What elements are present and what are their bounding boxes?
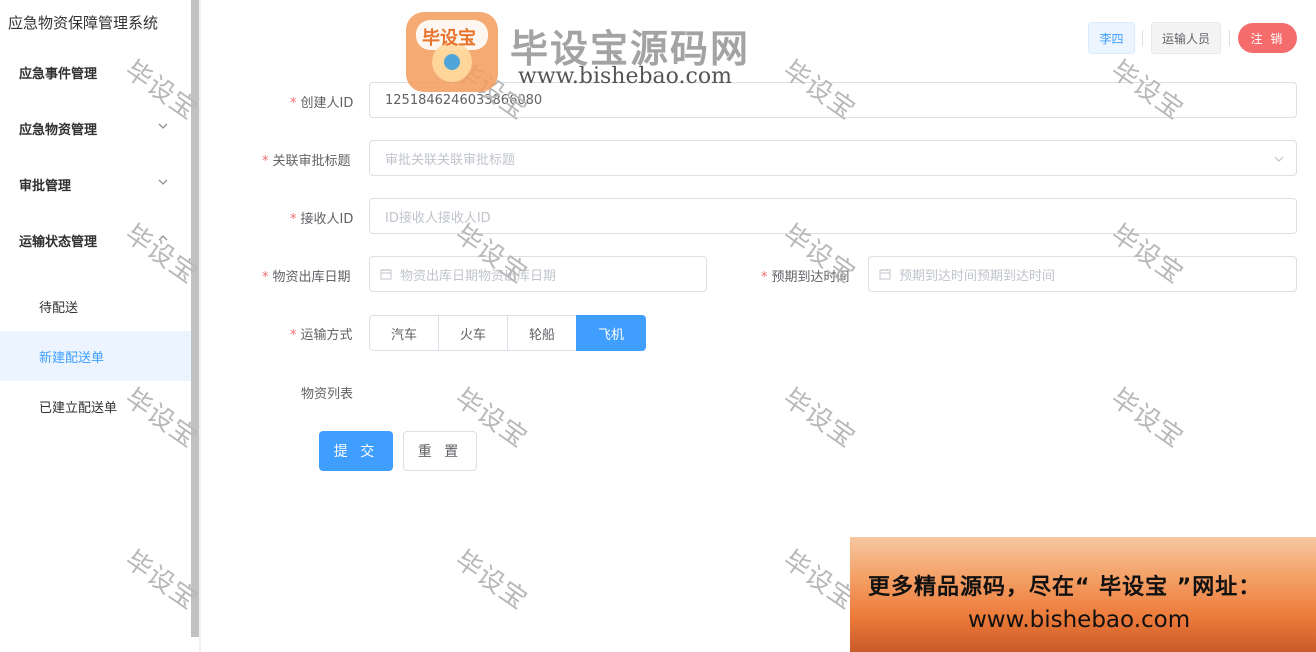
reset-button[interactable]: 重 置 — [403, 431, 477, 471]
divider — [199, 0, 201, 652]
receiver-id-label: * 接收人ID — [290, 208, 353, 227]
outbound-date-picker[interactable]: 物资出库日期物资出库日期 — [369, 256, 707, 292]
approval-title-label-text: 关联审批标题 — [272, 154, 351, 169]
receiver-id-placeholder: ID接收人接收人ID — [385, 210, 491, 226]
promo-banner-line1: 更多精品源码，尽在“ 毕设宝 ”网址： — [868, 575, 1262, 600]
outbound-date-placeholder: 物资出库日期物资出库日期 — [400, 268, 557, 284]
approval-title-label: * 关联审批标题 — [262, 150, 351, 169]
required-mark: * — [262, 154, 269, 169]
chevron-up-icon — [158, 235, 168, 241]
sidebar: 应急物资保障管理系统 应急事件管理 应急物资管理 审批管理 运输状态管理 待配送… — [0, 0, 191, 652]
outbound-date-label: * 物资出库日期 — [262, 266, 351, 285]
creator-id-input[interactable]: 1251846246033866080 — [369, 82, 1297, 118]
transport-option-car[interactable]: 汽车 — [369, 315, 439, 351]
arrival-time-placeholder: 预期到达时间预期到达时间 — [899, 268, 1056, 284]
creator-id-value: 1251846246033866080 — [385, 92, 543, 108]
sidebar-subitem-pending-delivery[interactable]: 待配送 — [0, 281, 191, 331]
required-mark: * — [761, 270, 768, 285]
sidebar-item-transport-status[interactable]: 运输状态管理 — [0, 212, 191, 268]
sidebar-item-emergency-materials[interactable]: 应急物资管理 — [0, 100, 191, 156]
arrival-time-label-text: 预期到达时间 — [771, 270, 850, 285]
sidebar-subitem-label: 待配送 — [39, 300, 79, 316]
logout-button[interactable]: 注 销 — [1238, 23, 1297, 53]
chevron-down-icon — [158, 179, 168, 185]
arrival-time-picker[interactable]: 预期到达时间预期到达时间 — [868, 256, 1297, 292]
sidebar-item-approval[interactable]: 审批管理 — [0, 156, 191, 212]
sidebar-subitem-new-delivery[interactable]: 新建配送单 — [0, 331, 191, 381]
watermark-text: 毕设宝 — [1105, 383, 1189, 455]
required-mark: * — [290, 212, 297, 227]
outbound-date-label-text: 物资出库日期 — [272, 270, 351, 285]
transport-mode-radio-group: 汽车 火车 轮船 飞机 — [369, 315, 646, 351]
chevron-down-icon — [1274, 156, 1284, 162]
transport-option-ship[interactable]: 轮船 — [507, 315, 577, 351]
calendar-icon — [380, 269, 392, 280]
required-mark: * — [262, 270, 269, 285]
transport-mode-label: * 运输方式 — [290, 324, 353, 343]
transport-option-train[interactable]: 火车 — [438, 315, 508, 351]
materials-list-label: 物资列表 — [301, 387, 354, 402]
divider — [1229, 30, 1230, 46]
user-role-tag: 运输人员 — [1151, 22, 1221, 54]
sidebar-subitem-label: 已建立配送单 — [39, 400, 118, 416]
user-name-tag: 李四 — [1088, 22, 1135, 54]
arrival-time-label: * 预期到达时间 — [761, 266, 850, 285]
transport-mode-label-text: 运输方式 — [300, 328, 353, 343]
sidebar-item-label: 应急事件管理 — [19, 66, 98, 82]
sidebar-item-label: 运输状态管理 — [19, 234, 98, 250]
sidebar-item-emergency-events[interactable]: 应急事件管理 — [0, 44, 191, 100]
divider — [1142, 30, 1143, 46]
approval-title-placeholder: 审批关联关联审批标题 — [385, 152, 516, 168]
watermark-logo-badge: 毕设宝 — [422, 28, 476, 49]
watermark-logo-url: www.bishebao.com — [518, 64, 732, 89]
sidebar-subitem-label: 新建配送单 — [39, 350, 105, 366]
sidebar-item-label: 审批管理 — [19, 178, 72, 194]
watermark-text: 毕设宝 — [777, 383, 861, 455]
required-mark: * — [290, 328, 297, 343]
creator-id-label-text: 创建人ID — [300, 96, 354, 111]
app-title: 应急物资保障管理系统 — [8, 14, 159, 32]
watermark-text: 毕设宝 — [449, 545, 533, 617]
required-mark: * — [290, 96, 297, 111]
approval-title-select[interactable]: 审批关联关联审批标题 — [369, 140, 1297, 176]
promo-banner-line2: www.bishebao.com — [968, 607, 1191, 633]
submit-button[interactable]: 提 交 — [319, 431, 393, 471]
sidebar-scrollbar[interactable] — [191, 0, 199, 637]
sidebar-subitem-created-deliveries[interactable]: 已建立配送单 — [0, 381, 191, 431]
transport-option-plane[interactable]: 飞机 — [576, 315, 646, 351]
receiver-id-input[interactable]: ID接收人接收人ID — [369, 198, 1297, 234]
chevron-down-icon — [158, 123, 168, 129]
receiver-id-label-text: 接收人ID — [300, 212, 354, 227]
watermark-logo-icon: 毕设宝 — [404, 10, 500, 94]
creator-id-label: * 创建人ID — [290, 92, 353, 111]
sidebar-item-label: 应急物资管理 — [19, 122, 98, 138]
promo-banner: 更多精品源码，尽在“ 毕设宝 ”网址： www.bishebao.com — [850, 537, 1316, 652]
calendar-icon — [879, 269, 891, 280]
